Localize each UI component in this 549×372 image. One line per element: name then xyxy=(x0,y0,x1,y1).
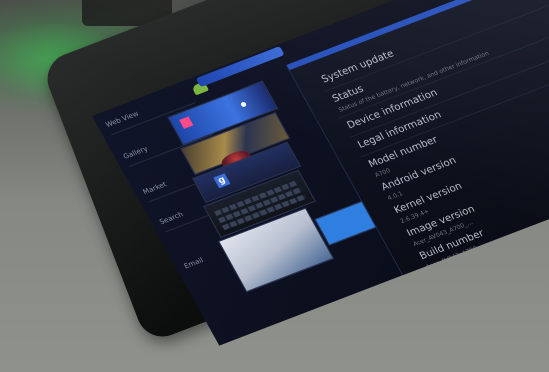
app-icon xyxy=(179,116,194,129)
dot-icon xyxy=(239,101,248,108)
settings-item-value: 4.0.1 xyxy=(386,190,405,202)
recent-label-market: Market xyxy=(141,180,168,197)
recent-label-gallery: Gallery xyxy=(121,144,150,161)
settings-item-value: A700 xyxy=(373,167,392,179)
google-icon: g xyxy=(213,173,231,189)
recent-label-email: Email xyxy=(182,256,205,271)
photo-frame: Web View Gallery Market Search Email g S… xyxy=(0,0,549,372)
recent-label-search: Search xyxy=(158,210,185,227)
divider xyxy=(323,1,549,93)
